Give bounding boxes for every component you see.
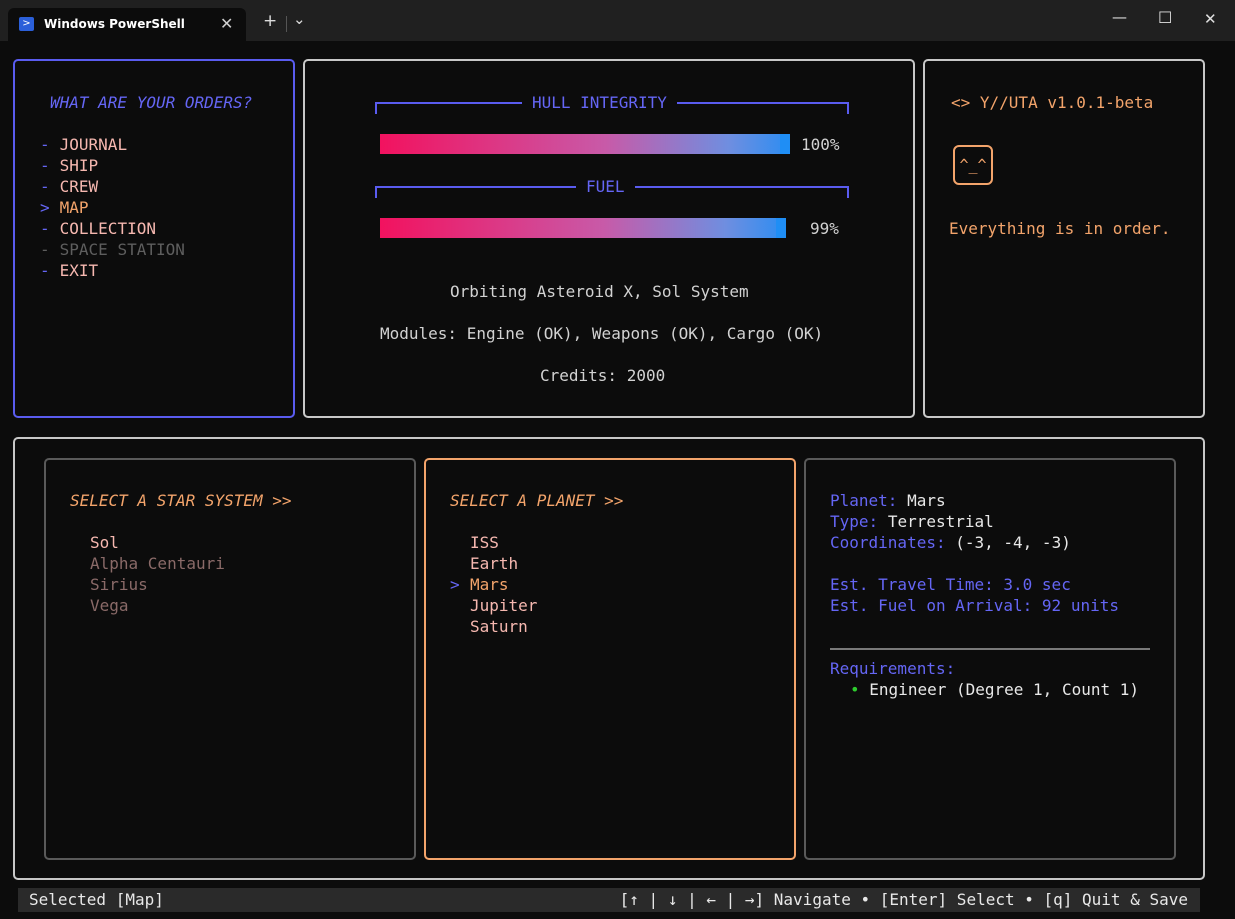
travel-time: Est. Travel Time: 3.0 sec bbox=[830, 575, 1071, 594]
menu-item-ship[interactable]: - SHIP bbox=[40, 156, 98, 175]
fuel-bar-cap bbox=[775, 218, 786, 238]
map-panel: SELECT A STAR SYSTEM >> Sol Alpha Centaur… bbox=[13, 437, 1205, 880]
menu-item-label: COLLECTION bbox=[59, 219, 156, 238]
hull-label: HULL INTEGRITY bbox=[522, 93, 677, 112]
coords-value: (-3, -4, -3) bbox=[955, 533, 1071, 552]
planet-label: Planet: bbox=[830, 491, 898, 510]
star-system-item[interactable]: Sol bbox=[90, 533, 119, 552]
menu-marker: > bbox=[40, 198, 50, 217]
assistant-message: Everything is in order. bbox=[949, 219, 1171, 238]
planet-value: Mars bbox=[907, 491, 946, 510]
modules-text: Modules: Engine (OK), Weapons (OK), Carg… bbox=[380, 324, 824, 343]
menu-marker: - bbox=[40, 135, 50, 154]
planet-item[interactable]: Jupiter bbox=[470, 596, 537, 615]
tab-close-icon[interactable]: ✕ bbox=[220, 14, 233, 33]
hull-bar-cap bbox=[780, 134, 790, 154]
menu-item-crew[interactable]: - CREW bbox=[40, 177, 98, 196]
type-label: Type: bbox=[830, 512, 879, 531]
menu-item-label: SPACE STATION bbox=[59, 240, 185, 259]
assistant-name: <> Y//UTA v1.0.1-beta bbox=[951, 93, 1154, 112]
menu-marker: - bbox=[40, 219, 50, 238]
close-window-button[interactable]: ✕ bbox=[1204, 10, 1217, 28]
menu-item-label: EXIT bbox=[59, 261, 99, 280]
tab-separator bbox=[286, 16, 287, 32]
requirement-item: • Engineer (Degree 1, Count 1) bbox=[850, 680, 1139, 699]
assistant-face-icon: ^_^ bbox=[953, 145, 993, 185]
coords-row: Coordinates: (-3, -4, -3) bbox=[830, 533, 1071, 552]
tab-dropdown-icon[interactable]: ⌄ bbox=[293, 10, 306, 28]
credits-text: Credits: 2000 bbox=[540, 366, 666, 385]
fuel-bar bbox=[380, 218, 786, 238]
menu-item-exit[interactable]: - EXIT bbox=[40, 261, 98, 280]
terminal-tab[interactable]: > Windows PowerShell ✕ bbox=[8, 8, 246, 41]
requirements-label: Requirements: bbox=[830, 659, 956, 678]
coords-label: Coordinates: bbox=[830, 533, 946, 552]
minimize-button[interactable]: — bbox=[1112, 8, 1127, 26]
tab-title: Windows PowerShell bbox=[44, 17, 185, 31]
menu-item-journal[interactable]: - JOURNAL bbox=[40, 135, 127, 154]
star-system-item[interactable]: Alpha Centauri bbox=[90, 554, 225, 573]
hull-bar bbox=[380, 134, 790, 154]
powershell-icon: > bbox=[19, 17, 34, 31]
star-system-panel: SELECT A STAR SYSTEM >> Sol Alpha Centaur… bbox=[44, 458, 416, 860]
planet-details-panel: Planet: Mars Type: Terrestrial Coordinat… bbox=[804, 458, 1176, 860]
menu-item-space-station[interactable]: - SPACE STATION bbox=[40, 240, 185, 259]
new-tab-button[interactable]: + bbox=[263, 12, 277, 30]
maximize-button[interactable]: ☐ bbox=[1158, 8, 1172, 27]
planet-panel: SELECT A PLANET >> ISS Earth > Mars Jupiter S… bbox=[424, 458, 796, 860]
planet-item[interactable]: Saturn bbox=[470, 617, 528, 636]
planet-item[interactable]: Earth bbox=[470, 554, 518, 573]
planet-cursor: > bbox=[450, 575, 460, 594]
status-selected: Selected [Map] bbox=[29, 890, 164, 909]
requirement-text: Engineer (Degree 1, Count 1) bbox=[869, 680, 1139, 699]
menu-title: WHAT ARE YOUR ORDERS? bbox=[50, 93, 253, 112]
star-system-item[interactable]: Sirius bbox=[90, 575, 148, 594]
star-system-item[interactable]: Vega bbox=[90, 596, 129, 615]
requirement-bullet-icon: • bbox=[850, 680, 860, 699]
planet-row: Planet: Mars bbox=[830, 491, 946, 510]
planet-item[interactable]: ISS bbox=[470, 533, 499, 552]
fuel-bracket: FUEL bbox=[375, 177, 849, 198]
menu-item-label: MAP bbox=[59, 198, 89, 217]
menu-item-label: SHIP bbox=[59, 156, 99, 175]
planet-item[interactable]: Mars bbox=[470, 575, 509, 594]
type-row: Type: Terrestrial bbox=[830, 512, 994, 531]
planet-title: SELECT A PLANET >> bbox=[450, 491, 624, 510]
menu-item-label: CREW bbox=[59, 177, 99, 196]
status-bar: Selected [Map] [↑ | ↓ | ← | →] Navigate … bbox=[18, 888, 1200, 912]
status-keybindings: [↑ | ↓ | ← | →] Navigate • [Enter] Selec… bbox=[619, 890, 1188, 909]
star-system-title: SELECT A STAR SYSTEM >> bbox=[70, 491, 292, 510]
details-divider bbox=[830, 648, 1150, 650]
menu-marker: - bbox=[40, 156, 50, 175]
hull-bracket: HULL INTEGRITY bbox=[375, 93, 849, 114]
assistant-panel: <> Y//UTA v1.0.1-beta ^_^ Everything is … bbox=[923, 59, 1205, 418]
fuel-label: FUEL bbox=[576, 177, 635, 196]
menu-item-label: JOURNAL bbox=[59, 135, 128, 154]
menu-marker: - bbox=[40, 240, 50, 259]
title-bar: > Windows PowerShell ✕ + ⌄ — ☐ ✕ bbox=[0, 0, 1235, 41]
orders-menu-panel: WHAT ARE YOUR ORDERS? - JOURNAL - SHIP - CREW… bbox=[13, 59, 295, 418]
type-value: Terrestrial bbox=[887, 512, 994, 531]
fuel-value: 99% bbox=[810, 219, 839, 238]
location-text: Orbiting Asteroid X, Sol System bbox=[450, 282, 749, 301]
hull-value: 100% bbox=[801, 135, 840, 154]
menu-item-collection[interactable]: - COLLECTION bbox=[40, 219, 156, 238]
menu-marker: - bbox=[40, 261, 50, 280]
menu-marker: - bbox=[40, 177, 50, 196]
fuel-on-arrival: Est. Fuel on Arrival: 92 units bbox=[830, 596, 1119, 615]
menu-item-map[interactable]: > MAP bbox=[40, 198, 89, 217]
ship-status-panel: HULL INTEGRITY 100% FUEL 99% Orbiting As… bbox=[303, 59, 915, 418]
